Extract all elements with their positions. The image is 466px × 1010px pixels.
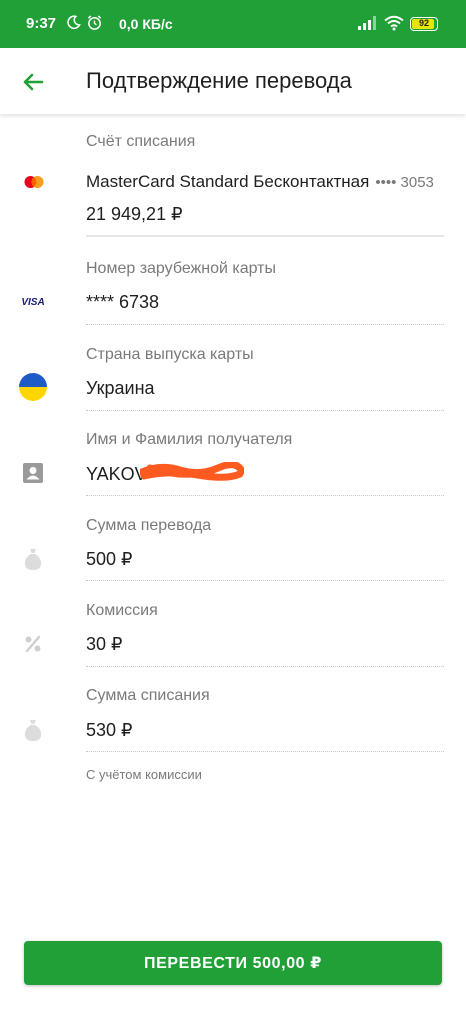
moon-icon	[67, 15, 81, 30]
app-bar: Подтверждение перевода	[0, 48, 466, 114]
commission-note: С учётом комиссии	[86, 767, 202, 782]
field-value: Украина	[86, 378, 155, 398]
field-value: MasterCard Standard Бесконтактная •••• 30…	[86, 172, 434, 192]
money-bag-icon	[24, 720, 42, 741]
wifi-icon	[384, 15, 404, 31]
arrow-left-icon[interactable]	[18, 67, 48, 97]
redaction-scribble	[140, 462, 244, 481]
percent-icon	[25, 635, 41, 653]
battery-icon: 92	[410, 17, 438, 31]
field-value: 530 ₽	[86, 720, 133, 740]
visa-icon: VISA	[21, 297, 44, 308]
ukraine-flag-icon	[19, 373, 47, 401]
card-number-tail: •••• 3053	[375, 174, 434, 191]
divider	[86, 235, 444, 237]
page-title: Подтверждение перевода	[86, 68, 352, 93]
divider	[86, 751, 444, 752]
field-label: Комиссия	[86, 602, 158, 619]
contact-card-icon	[23, 463, 43, 483]
field-value: 30 ₽	[86, 634, 123, 654]
field-label: Страна выпуска карты	[86, 346, 254, 363]
divider	[86, 410, 444, 411]
signal-icon	[358, 16, 376, 30]
network-speed: 0,0 КБ/с	[119, 16, 173, 32]
divider	[86, 666, 444, 667]
card-name: MasterCard Standard Бесконтактная	[86, 172, 370, 191]
field-label: Сумма списания	[86, 687, 210, 704]
status-time: 9:37	[26, 15, 57, 32]
field-value: 500 ₽	[86, 549, 133, 569]
divider	[86, 580, 444, 581]
status-bar: 9:37 0,0 КБ/с 92	[0, 0, 466, 48]
field-label: Номер зарубежной карты	[86, 260, 276, 277]
divider	[86, 324, 444, 325]
field-value: YAKOV	[86, 464, 147, 484]
account-balance: 21 949,21 ₽	[86, 204, 183, 224]
field-value: **** 6738	[86, 292, 160, 312]
visa-icon-text: VISA	[21, 297, 44, 308]
battery-level: 92	[418, 18, 429, 28]
money-bag-icon	[24, 549, 42, 570]
field-label: Имя и Фамилия получателя	[86, 431, 293, 448]
transfer-button[interactable]: ПЕРЕВЕСТИ 500,00 ₽	[24, 941, 442, 985]
field-label: Счёт списания	[86, 133, 196, 150]
field-label: Сумма перевода	[86, 517, 212, 534]
mastercard-icon	[24, 176, 44, 188]
alarm-icon	[87, 15, 102, 30]
divider	[86, 495, 444, 496]
